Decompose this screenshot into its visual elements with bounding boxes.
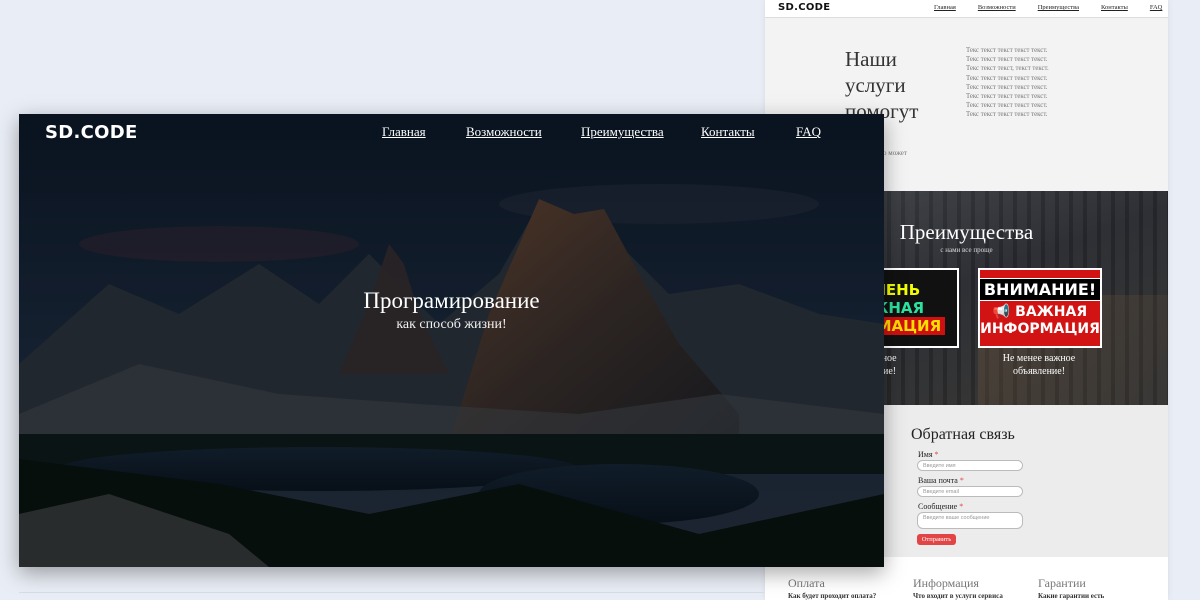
services-text: Текс текст текст текст текст. Текс текст… <box>966 46 1086 120</box>
preview-logo[interactable]: SD.CODE <box>778 2 830 13</box>
name-label: Имя * <box>918 450 939 459</box>
name-label-text: Имя <box>918 450 933 459</box>
preview-nav-link-faq[interactable]: FAQ <box>1150 4 1163 11</box>
submit-button[interactable]: Отправить <box>917 534 956 545</box>
footer-column-title: Оплата <box>788 576 825 590</box>
notice-heading: ВНИМАНИЕ! <box>978 278 1102 301</box>
feedback-title: Обратная связь <box>911 426 1015 443</box>
footer-column-guarantees[interactable]: Гарантии Какие гарантии есть <box>1038 576 1104 600</box>
notice-line-text: ВАЖНАЯ <box>1015 304 1088 320</box>
divider <box>19 592 764 593</box>
name-input[interactable]: Введите имя <box>917 460 1023 471</box>
preview-nav-links: Главная Возможности Преимущества Контакт… <box>934 4 1168 11</box>
notice-caption: Не менее важное объявление! <box>969 352 1109 378</box>
services-title: Наши услуги помогут <box>845 46 945 124</box>
footer-column-subtitle: Как будет проходит оплата? <box>788 592 877 600</box>
footer-column-subtitle: Что входит в услуги сервиса <box>913 592 1003 600</box>
email-label: Ваша почта * <box>918 476 964 485</box>
services-text-line: Текс текст текст текст текст. <box>966 102 1048 110</box>
footer-column-payment[interactable]: Оплата Как будет проходит оплата? <box>788 576 876 600</box>
hero-navbar: SD.CODE Главная Возможности Преимущества… <box>19 114 884 150</box>
required-mark: * <box>959 502 964 511</box>
preview-navbar: SD.CODE Главная Возможности Преимущества… <box>765 0 1168 18</box>
footer-column-info[interactable]: Информация Что входит в услуги сервиса <box>913 576 1003 600</box>
hero-title: Програмирование <box>363 288 540 313</box>
message-textarea[interactable]: Введите ваше сообщение <box>917 512 1023 529</box>
required-mark: * <box>934 450 939 459</box>
megaphone-icon: 📢 <box>992 304 1011 320</box>
notice-line: 📢 ВАЖНАЯ <box>980 304 1100 321</box>
hero-window: SD.CODE Главная Возможности Преимущества… <box>19 114 884 567</box>
hero-nav-link-faq[interactable]: FAQ <box>796 124 821 140</box>
email-input[interactable]: Введите email <box>917 486 1023 497</box>
services-title-line: услуги <box>845 73 906 97</box>
message-label: Сообщение * <box>918 502 963 511</box>
footer-column-title: Информация <box>913 576 979 590</box>
email-label-text: Ваша почта <box>918 476 958 485</box>
services-text-line: Текс текст текст, текст текст. <box>966 65 1049 73</box>
footer-column-subtitle: Какие гарантии есть <box>1038 592 1105 600</box>
hero-nav-link-home[interactable]: Главная <box>382 124 426 140</box>
notice-caption-line: объявление! <box>1012 366 1066 377</box>
services-text-line: Текс текст текст текст текст. <box>966 74 1048 82</box>
preview-nav-link-home[interactable]: Главная <box>934 4 956 11</box>
services-text-line: Текс текст текст текст текст. <box>966 111 1048 119</box>
services-text-line: Текс текст текст текст текст. <box>966 56 1048 64</box>
notice-card-attention: ВНИМАНИЕ! 📢 ВАЖНАЯ ИНФОРМАЦИЯ <box>978 268 1102 348</box>
hero-nav-link-features[interactable]: Возможности <box>466 124 542 140</box>
hero-subtitle: как способ жизни! <box>396 317 507 332</box>
message-label-text: Сообщение <box>918 502 958 511</box>
footer-column-title: Гарантии <box>1038 576 1086 590</box>
notice-body: 📢 ВАЖНАЯ ИНФОРМАЦИЯ <box>980 304 1100 338</box>
services-title-line: Наши <box>845 47 897 71</box>
preview-nav-link-advantages[interactable]: Преимущества <box>1038 4 1079 11</box>
services-text-line: Текс текст текст текст текст. <box>966 47 1048 54</box>
hero-nav-link-advantages[interactable]: Преимущества <box>581 124 664 140</box>
preview-nav-link-contacts[interactable]: Контакты <box>1101 4 1128 11</box>
preview-nav-link-features[interactable]: Возможности <box>978 4 1016 11</box>
notice-line: ИНФОРМАЦИЯ <box>980 321 1100 337</box>
services-text-line: Текс текст текст текст текст. <box>966 83 1048 91</box>
hero-logo[interactable]: SD.CODE <box>45 122 138 143</box>
notice-caption-line: Не менее важное <box>1002 353 1076 364</box>
required-mark: * <box>959 476 964 485</box>
services-text-line: Текс текст текст текст текст. <box>966 93 1048 101</box>
mountain-landscape-image <box>19 114 884 567</box>
hero-nav-link-contacts[interactable]: Контакты <box>701 124 755 140</box>
